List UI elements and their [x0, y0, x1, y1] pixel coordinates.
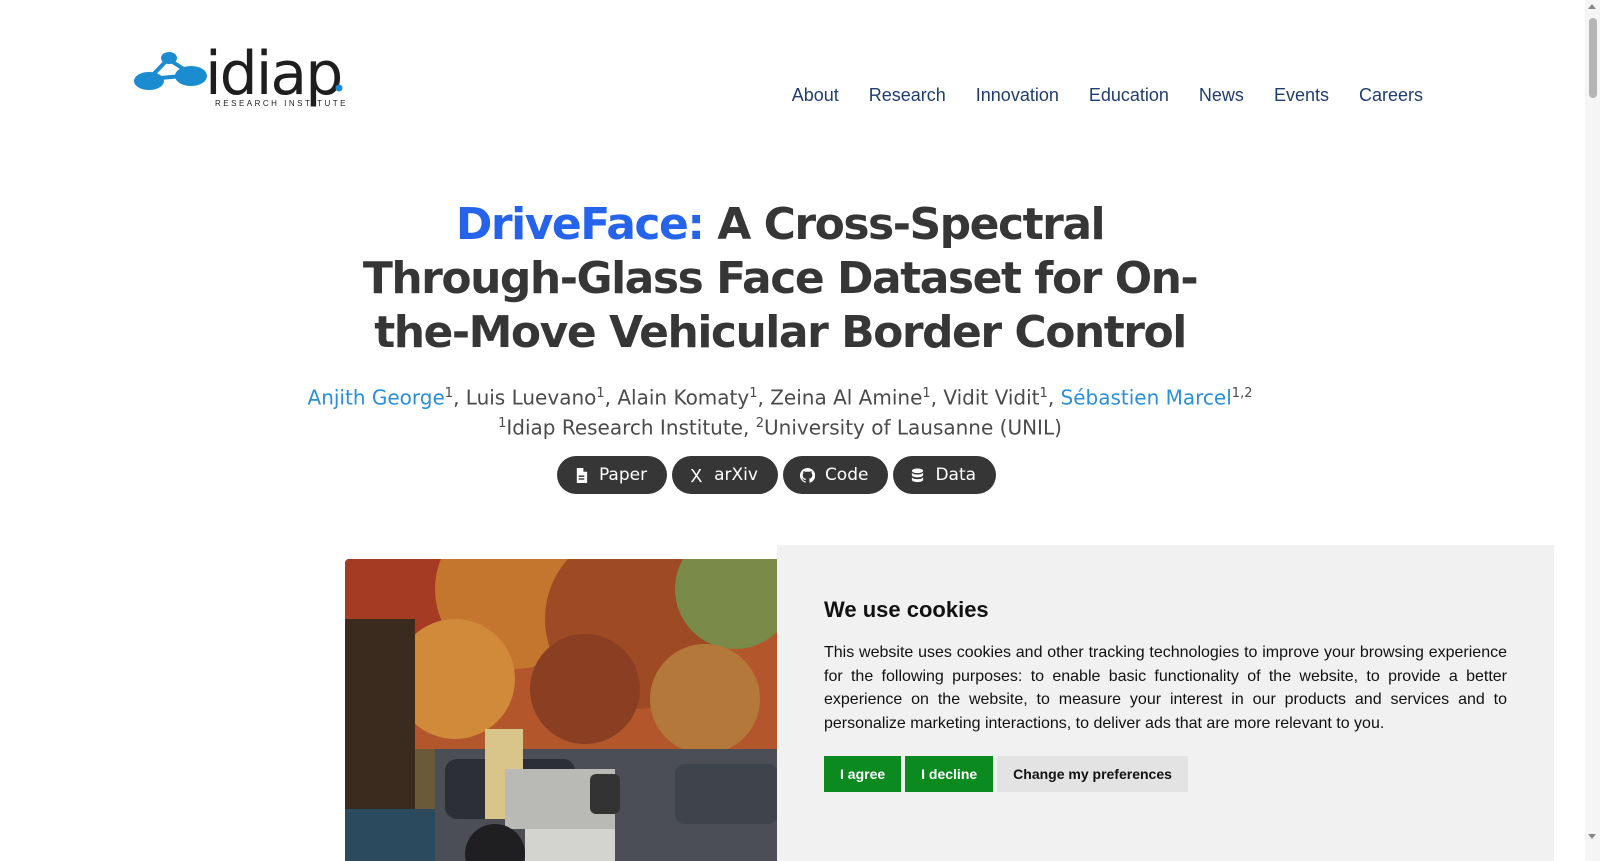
scroll-up-arrow-icon[interactable] [1588, 4, 1596, 9]
author-name: Alain Komaty [617, 385, 750, 410]
file-pdf-icon [576, 467, 588, 483]
cookie-preferences-button[interactable]: Change my preferences [997, 756, 1188, 792]
idiap-logo[interactable]: idiap RESEARCH INSTITUTE [133, 38, 383, 110]
author-affil-sup: 1 [922, 386, 931, 401]
cookie-decline-button[interactable]: I decline [905, 756, 994, 792]
author-name: Vidit Vidit [943, 385, 1040, 410]
author-affil-sup: 1 [596, 386, 605, 401]
nav-about[interactable]: About [777, 84, 854, 106]
author-name: Luis Luevano [465, 385, 597, 410]
data-label: Data [935, 465, 977, 485]
affil-sup: 2 [755, 416, 764, 431]
cookie-consent-panel: We use cookies This website uses cookies… [777, 545, 1554, 861]
cookie-agree-button[interactable]: I agree [824, 756, 902, 792]
nav-careers[interactable]: Careers [1344, 84, 1438, 106]
code-button[interactable]: Code [782, 456, 889, 494]
resource-links: Paper arXiv Code Data [0, 456, 1553, 494]
page-title: DriveFace: A Cross-Spectral Through-Glas… [360, 198, 1200, 360]
title-highlight: DriveFace: [455, 199, 705, 250]
paper-label: Paper [598, 465, 648, 485]
nav-education[interactable]: Education [1074, 84, 1184, 106]
svg-text:RESEARCH INSTITUTE: RESEARCH INSTITUTE [215, 99, 348, 108]
author-link[interactable]: Sébastien Marcel [1061, 386, 1232, 410]
idiap-logo-graphic: idiap RESEARCH INSTITUTE [134, 39, 348, 109]
photo-graphic [345, 559, 778, 861]
data-button[interactable]: Data [893, 456, 997, 494]
arxiv-label: arXiv [714, 465, 758, 485]
author-affil-sup: 1,2 [1231, 386, 1253, 401]
author-list: Anjith George1, Luis Luevano1, Alain Kom… [307, 385, 1253, 410]
affiliations: 1Idiap Research Institute, 2University o… [498, 415, 1062, 440]
nav-events[interactable]: Events [1259, 84, 1344, 106]
scroll-down-arrow-icon[interactable] [1588, 834, 1596, 839]
affil-name: University of Lausanne (UNIL) [764, 415, 1062, 440]
affil-name: Idiap Research Institute [506, 415, 743, 440]
arxiv-button[interactable]: arXiv [672, 456, 778, 494]
main-nav: About Research Innovation Education News… [777, 84, 1438, 106]
nav-innovation[interactable]: Innovation [961, 84, 1074, 106]
author-name: Zeina Al Amine [770, 385, 923, 410]
nav-news[interactable]: News [1184, 84, 1259, 106]
cookie-title: We use cookies [824, 597, 989, 622]
code-label: Code [824, 465, 869, 485]
author-affil-sup: 1 [749, 386, 758, 401]
scrollbar-thumb[interactable] [1589, 18, 1597, 98]
arxiv-icon [690, 468, 703, 482]
page-scrollbar[interactable] [1585, 0, 1600, 861]
author-affil-sup: 1 [444, 386, 454, 401]
paper-button[interactable]: Paper [556, 456, 668, 494]
database-icon [912, 467, 924, 482]
github-icon [799, 467, 815, 483]
cookie-actions: I agree I decline Change my preferences [824, 756, 1507, 792]
nav-research[interactable]: Research [854, 84, 961, 106]
dataset-capture-photo [345, 559, 778, 861]
author-link[interactable]: Anjith George [308, 386, 445, 410]
cookie-body: This website uses cookies and other trac… [824, 644, 1507, 732]
author-affil-sup: 1 [1039, 386, 1048, 401]
